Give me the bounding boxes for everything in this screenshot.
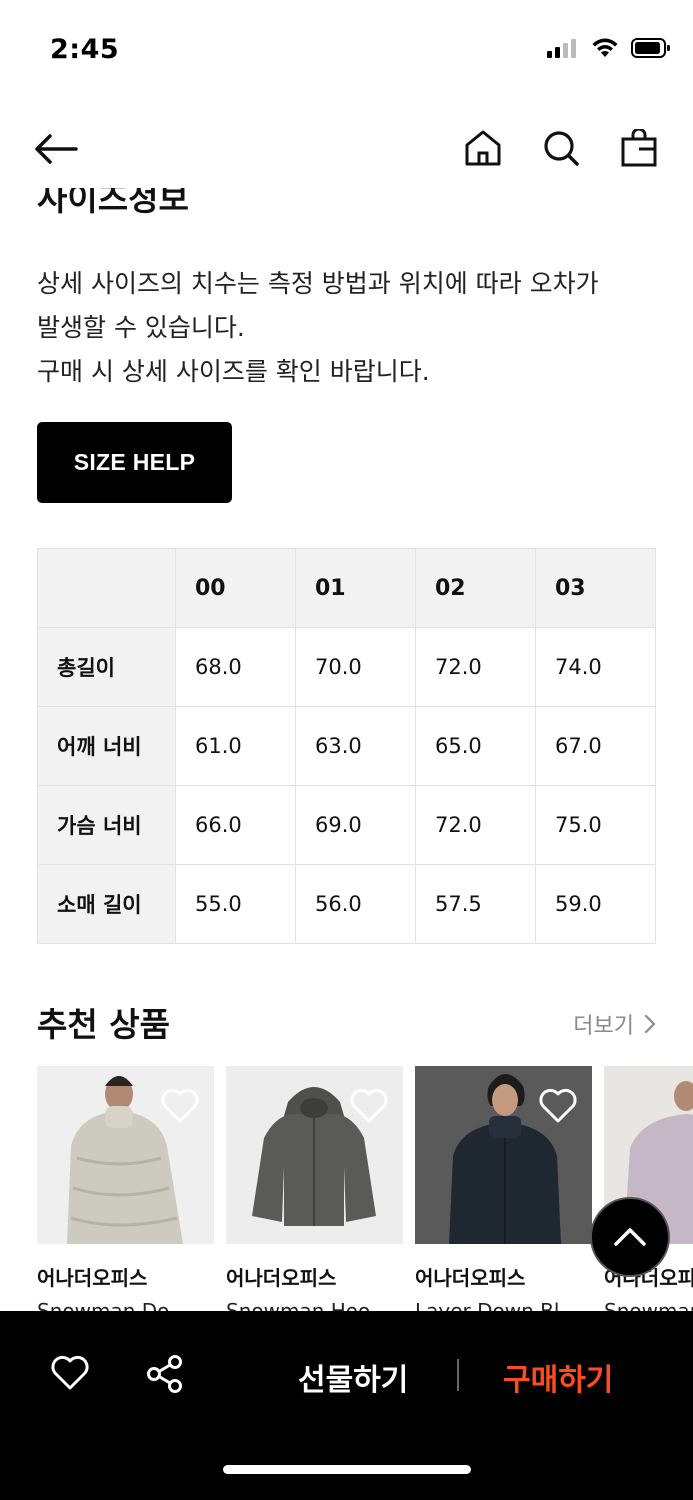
product-card[interactable]: 어나더오피스 Snowman	[604, 1066, 693, 1316]
battery-icon	[631, 38, 670, 58]
product-image	[37, 1066, 214, 1244]
table-header-cell: 02	[415, 548, 536, 628]
home-button[interactable]	[463, 128, 503, 168]
product-card[interactable]: 어나더오피스 Snowman Hoo	[226, 1066, 403, 1316]
more-link[interactable]: 더보기	[573, 1008, 656, 1040]
size-info-title-wrap: 사이즈정보	[37, 188, 189, 222]
table-row: 소매 길이 55.0 56.0 57.5 59.0	[37, 864, 656, 944]
top-nav	[0, 110, 693, 190]
product-brand: 어나더오피스	[37, 1266, 148, 1290]
table-row: 총길이 68.0 70.0 72.0 74.0	[37, 627, 656, 707]
description-line: 구매 시 상세 사이즈를 확인 바랍니다.	[37, 357, 430, 386]
search-icon	[544, 131, 579, 166]
product-brand: 어나더오피스	[226, 1266, 337, 1290]
table-row: 어깨 너비 61.0 63.0 65.0 67.0	[37, 706, 656, 786]
table-cell: 74.0	[535, 627, 656, 707]
signal-icon	[547, 39, 576, 58]
table-header-row: 00 01 02 03	[37, 548, 656, 628]
table-corner-cell	[37, 548, 176, 628]
chevron-right-icon	[644, 1014, 656, 1034]
back-button[interactable]	[34, 128, 84, 170]
description-line: 상세 사이즈의 치수는 측정 방법과 위치에 따라 오차가	[37, 269, 599, 298]
table-cell: 75.0	[535, 785, 656, 865]
table-cell: 68.0	[175, 627, 296, 707]
table-cell: 61.0	[175, 706, 296, 786]
table-row-label: 총길이	[37, 627, 176, 707]
back-arrow-icon	[35, 134, 78, 164]
chevron-up-icon	[614, 1228, 646, 1246]
wishlist-heart-icon[interactable]	[50, 1355, 90, 1391]
table-cell: 55.0	[175, 864, 296, 944]
product-image	[226, 1066, 403, 1244]
status-time: 2:45	[50, 34, 120, 65]
table-cell: 69.0	[295, 785, 416, 865]
search-button[interactable]	[541, 128, 581, 168]
table-cell: 66.0	[175, 785, 296, 865]
divider	[457, 1359, 459, 1391]
recommended-carousel: 어나더오피스 Snowman Do 어나더오피스 Snowman Hoo 어나더…	[37, 1066, 693, 1316]
table-cell: 59.0	[535, 864, 656, 944]
status-icons	[547, 38, 671, 58]
home-indicator-bar	[223, 1465, 471, 1474]
home-icon	[465, 130, 501, 166]
scroll-top-button[interactable]	[590, 1197, 670, 1277]
table-cell: 63.0	[295, 706, 416, 786]
table-header-cell: 00	[175, 548, 296, 628]
size-table: 00 01 02 03 총길이 68.0 70.0 72.0 74.0 어깨 너…	[37, 548, 656, 944]
cart-button[interactable]	[619, 128, 659, 168]
share-icon[interactable]	[146, 1355, 184, 1393]
table-row-label: 어깨 너비	[37, 706, 176, 786]
status-bar: 2:45	[0, 0, 693, 100]
table-cell: 67.0	[535, 706, 656, 786]
table-cell: 72.0	[415, 785, 536, 865]
shopping-bag-icon	[621, 129, 657, 167]
wifi-icon	[592, 38, 618, 57]
table-header-cell: 01	[295, 548, 416, 628]
table-cell: 56.0	[295, 864, 416, 944]
gift-button[interactable]: 선물하기	[298, 1355, 408, 1399]
table-cell: 57.5	[415, 864, 536, 944]
table-cell: 65.0	[415, 706, 536, 786]
table-row: 가슴 너비 66.0 69.0 72.0 75.0	[37, 785, 656, 865]
product-card[interactable]: 어나더오피스 Layer Down Bl	[415, 1066, 592, 1316]
product-brand: 어나더오피스	[415, 1266, 526, 1290]
description-line: 발생할 수 있습니다.	[37, 313, 245, 342]
table-row-label: 가슴 너비	[37, 785, 176, 865]
product-image	[415, 1066, 592, 1244]
more-link-label: 더보기	[573, 1014, 634, 1039]
size-info-description: 상세 사이즈의 치수는 측정 방법과 위치에 따라 오차가 발생할 수 있습니다…	[37, 262, 667, 394]
recommended-title: 추천 상품	[37, 1005, 170, 1044]
product-card[interactable]: 어나더오피스 Snowman Do	[37, 1066, 214, 1316]
buy-button[interactable]: 구매하기	[503, 1355, 613, 1399]
size-info-title: 사이즈정보	[37, 188, 189, 218]
heart-icon[interactable]	[349, 1088, 389, 1124]
heart-icon[interactable]	[160, 1088, 200, 1124]
table-header-cell: 03	[535, 548, 656, 628]
size-help-button[interactable]: SIZE HELP	[37, 422, 232, 503]
heart-icon[interactable]	[538, 1088, 578, 1124]
table-cell: 70.0	[295, 627, 416, 707]
table-row-label: 소매 길이	[37, 864, 176, 944]
table-cell: 72.0	[415, 627, 536, 707]
